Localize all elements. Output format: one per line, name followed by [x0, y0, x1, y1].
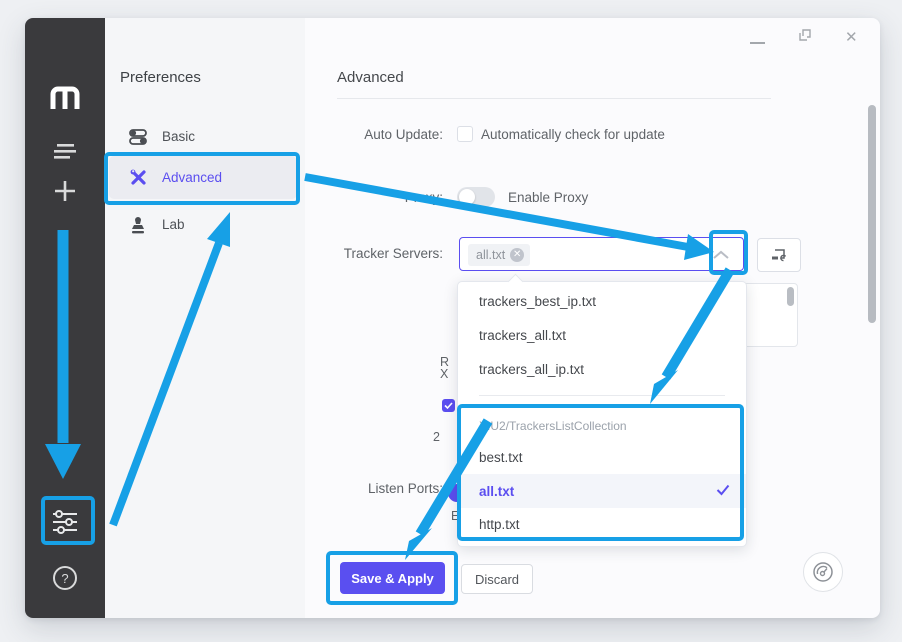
speed-gauge-button[interactable] — [803, 552, 843, 592]
preferences-sliders-icon[interactable] — [25, 505, 105, 539]
preferences-panel — [105, 18, 305, 618]
app-window: ? Preferences Basic Ad — [25, 18, 880, 618]
obscured-checked-checkbox[interactable] — [442, 399, 455, 412]
add-task-icon[interactable] — [25, 174, 105, 208]
proxy-toggle-label: Enable Proxy — [508, 190, 588, 205]
save-apply-button[interactable]: Save & Apply — [340, 562, 445, 594]
close-button[interactable]: ✕ — [845, 28, 858, 46]
toggle-knob — [459, 189, 475, 205]
dropdown-divider — [479, 395, 725, 396]
motrix-logo-icon — [48, 82, 82, 110]
nav-item-lab-label: Lab — [162, 217, 185, 232]
svg-text:?: ? — [61, 571, 68, 586]
proxy-toggle[interactable] — [457, 187, 495, 207]
sync-icon — [771, 247, 788, 263]
auto-update-label: Auto Update: — [285, 127, 443, 142]
main-scrollbar-thumb[interactable] — [868, 105, 876, 323]
tracker-select-dropdown: trackers_best_ip.txt trackers_all.txt tr… — [457, 281, 747, 547]
tools-icon — [128, 168, 148, 188]
page-title: Advanced — [337, 69, 404, 86]
dropdown-option[interactable]: trackers_all.txt — [458, 318, 746, 352]
dropdown-option[interactable]: trackers_best_ip.txt — [458, 284, 746, 318]
listen-ports-label: Listen Ports: — [285, 481, 443, 496]
auto-update-checkbox[interactable] — [457, 126, 473, 142]
lab-stamp-icon — [128, 215, 148, 235]
dropdown-option[interactable]: trackers_all_ip.txt — [458, 352, 746, 386]
selected-tag-label: all.txt — [476, 248, 505, 262]
heading-divider — [337, 98, 771, 99]
obscured-number: 2 — [433, 430, 440, 444]
minimize-button[interactable] — [750, 42, 765, 44]
nav-item-basic-label: Basic — [162, 129, 195, 144]
nav-item-advanced[interactable]: Advanced — [109, 156, 297, 199]
textarea-scrollbar-thumb[interactable] — [787, 287, 794, 306]
tracker-servers-select[interactable]: all.txt ✕ — [459, 237, 744, 271]
dropdown-option[interactable]: http.txt — [458, 507, 746, 541]
task-list-icon[interactable] — [25, 135, 105, 167]
tracker-servers-label: Tracker Servers: — [285, 246, 443, 261]
preferences-title: Preferences — [120, 69, 201, 86]
dropdown-option-label: all.txt — [479, 484, 514, 499]
discard-button[interactable]: Discard — [461, 564, 533, 594]
obscured-text-line2: X — [440, 367, 448, 381]
select-collapse-chevron[interactable] — [712, 250, 730, 260]
dropdown-option[interactable]: best.txt — [458, 440, 746, 474]
check-icon — [716, 484, 730, 499]
nav-item-advanced-label: Advanced — [162, 170, 222, 185]
motrix-logo-icon — [25, 76, 105, 116]
help-question-icon[interactable]: ? — [25, 562, 105, 594]
dropdown-group-label: XIU2/TrackersListCollection — [458, 413, 746, 439]
restore-button[interactable] — [798, 28, 812, 47]
gauge-icon — [812, 561, 834, 583]
selected-tag: all.txt ✕ — [468, 244, 530, 266]
toggles-icon — [128, 127, 148, 147]
nav-item-basic[interactable]: Basic — [109, 115, 297, 158]
tag-close-icon[interactable]: ✕ — [510, 248, 524, 262]
nav-item-lab[interactable]: Lab — [109, 203, 297, 246]
proxy-label: Proxy: — [285, 190, 443, 205]
dropdown-option-selected[interactable]: all.txt — [458, 474, 746, 508]
sync-trackers-button[interactable] — [757, 238, 801, 272]
auto-update-checkbox-label[interactable]: Automatically check for update — [481, 127, 665, 142]
